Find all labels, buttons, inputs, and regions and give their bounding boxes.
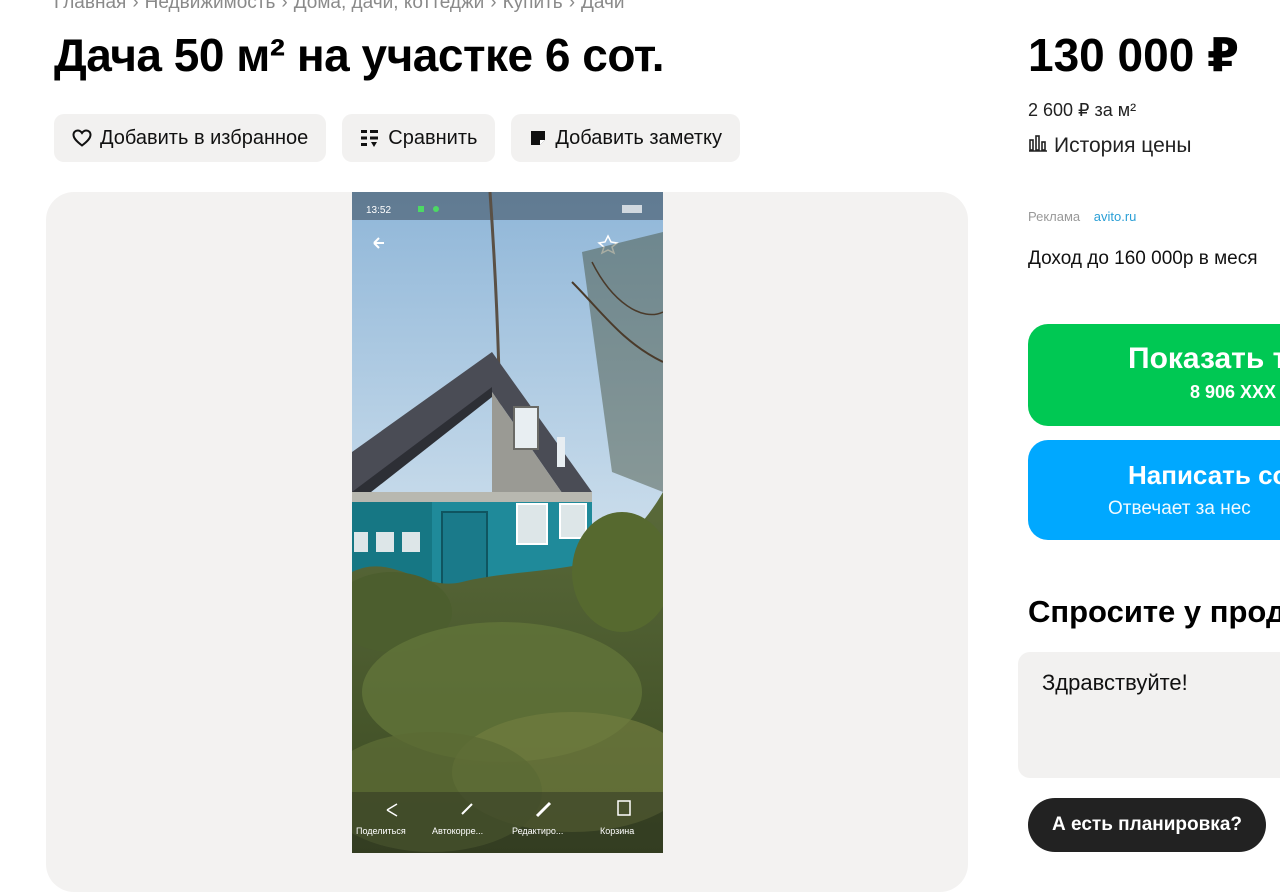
show-phone-label: Показать т xyxy=(1128,342,1280,375)
listing-actions: Добавить в избранное Сравнить Добавить з… xyxy=(54,114,740,162)
quick-question-chip[interactable]: А есть планировка? xyxy=(1028,798,1266,852)
photo-caption-trash: Корзина xyxy=(600,826,634,836)
write-message-label: Написать со xyxy=(1128,460,1280,490)
breadcrumb-item-houses[interactable]: Дома, дачи, коттеджи xyxy=(294,0,485,13)
price-per-m2: 2 600 ₽ за м² xyxy=(1028,100,1137,120)
compare-button[interactable]: Сравнить xyxy=(342,114,496,162)
photo-caption-auto: Автокорре... xyxy=(432,826,483,836)
ad-link[interactable]: avito.ru xyxy=(1094,209,1137,224)
price-history-link[interactable]: История цены xyxy=(1028,134,1191,158)
breadcrumb-separator: › xyxy=(568,0,576,13)
add-note-button[interactable]: Добавить заметку xyxy=(511,114,740,162)
add-favorite-label: Добавить в избранное xyxy=(100,126,309,149)
price-history-label: История цены xyxy=(1054,134,1192,157)
breadcrumb-item-dachas[interactable]: Дачи xyxy=(581,0,625,13)
reply-time: Отвечает за нес xyxy=(1108,498,1251,519)
write-message-button[interactable]: Написать со Отвечает за нес xyxy=(1028,440,1280,540)
breadcrumb-item-buy[interactable]: Купить xyxy=(503,0,563,13)
breadcrumb: Главная › Недвижимость › Дома, дачи, коттедж… xyxy=(54,0,625,14)
ask-seller-value: Здравствуйте! xyxy=(1042,670,1188,695)
ask-seller-heading: Спросите у прод xyxy=(1028,594,1280,629)
heart-icon xyxy=(72,129,92,147)
ad-text[interactable]: Доход до 160 000р в меся xyxy=(1028,248,1257,270)
ad-header: Реклама avito.ru xyxy=(1028,209,1136,224)
compare-label: Сравнить xyxy=(388,126,478,149)
page-title: Дача 50 м² на участке 6 сот. xyxy=(54,29,665,81)
note-icon xyxy=(529,129,547,147)
breadcrumb-item-realty[interactable]: Недвижимость xyxy=(145,0,276,13)
photo-caption-share: Поделиться xyxy=(356,826,406,836)
phone-masked: 8 906 XXX xyxy=(1190,382,1277,402)
breadcrumb-separator: › xyxy=(490,0,497,13)
chart-icon xyxy=(1028,134,1048,158)
photo-gallery: 13:52 Поделиться Автокорре... Редактиро.… xyxy=(46,192,968,892)
main-photo[interactable]: 13:52 Поделиться Автокорре... Редактиро.… xyxy=(352,192,663,853)
photo-caption-edit: Редактиро... xyxy=(512,826,563,836)
add-note-label: Добавить заметку xyxy=(555,126,722,149)
price: 130 000 ₽ xyxy=(1028,29,1240,81)
add-favorite-button[interactable]: Добавить в избранное xyxy=(54,114,327,162)
breadcrumb-separator: › xyxy=(281,0,288,13)
ask-seller-input[interactable]: Здравствуйте! xyxy=(1018,652,1280,778)
breadcrumb-separator: › xyxy=(132,0,139,13)
photo-status-time: 13:52 xyxy=(366,205,391,216)
show-phone-button[interactable]: Показать т 8 906 XXX xyxy=(1028,324,1280,426)
compare-icon xyxy=(360,128,380,148)
breadcrumb-item-home[interactable]: Главная xyxy=(54,0,126,13)
ad-label: Реклама xyxy=(1028,209,1081,224)
